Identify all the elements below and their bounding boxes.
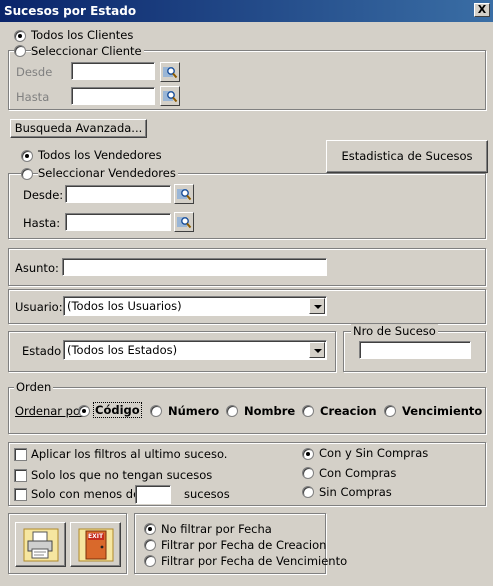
vendedor-desde-search-button[interactable] — [174, 184, 194, 204]
vendedor-desde-input[interactable] — [65, 185, 171, 203]
orden-creacion-label: Creacion — [320, 404, 377, 418]
radio-orden-codigo[interactable] — [78, 405, 90, 417]
print-button[interactable] — [15, 522, 66, 567]
con-compras-label: Con Compras — [319, 466, 397, 480]
menos-de-input[interactable] — [135, 485, 171, 504]
window-title: Sucesos por Estado — [4, 4, 137, 18]
estadistica-sucesos-button[interactable]: Estadistica de Sucesos — [326, 140, 488, 173]
radio-fecha-creacion[interactable] — [144, 539, 156, 551]
busqueda-avanzada-label: Busqueda Avanzada... — [14, 121, 143, 135]
con-y-sin-compras-label: Con y Sin Compras — [319, 446, 429, 460]
vendedor-hasta-label: Hasta: — [23, 216, 61, 230]
chevron-down-icon[interactable] — [309, 342, 325, 358]
estadistica-sucesos-label: Estadistica de Sucesos — [341, 149, 473, 163]
vendedor-hasta-search-button[interactable] — [174, 212, 194, 232]
asunto-label: Asunto: — [15, 261, 59, 275]
fecha-creacion-label: Filtrar por Fecha de Creacion — [161, 538, 327, 552]
search-icon — [163, 67, 178, 79]
cliente-hasta-label: Hasta — [16, 90, 50, 104]
aplicar-filtros-label: Aplicar los filtros al ultimo suceso. — [31, 447, 228, 461]
fecha-vencimiento-label: Filtrar por Fecha de Vencimiento — [161, 554, 348, 568]
radio-seleccionar-cliente[interactable] — [14, 45, 26, 57]
todos-vendedores-label: Todos los Vendedores — [38, 148, 162, 162]
seleccionar-cliente-label: Seleccionar Cliente — [31, 44, 144, 58]
orden-vencimiento-label: Vencimiento — [402, 404, 483, 418]
usuario-label: Usuario: — [15, 300, 63, 314]
vendedor-desde-label: Desde: — [23, 188, 64, 202]
estado-select[interactable]: (Todos los Estados) — [63, 340, 327, 360]
radio-todos-vendedores[interactable] — [21, 150, 33, 162]
radio-sin-compras[interactable] — [302, 486, 314, 498]
cliente-hasta-search-button[interactable] — [160, 86, 180, 106]
sucesos-label: sucesos — [184, 487, 230, 501]
orden-codigo-label: Código — [93, 402, 142, 418]
close-button[interactable]: X — [474, 3, 490, 17]
seleccionar-vendedores-label: Seleccionar Vendedores — [38, 166, 178, 180]
radio-orden-nombre[interactable] — [226, 405, 238, 417]
menos-de-label: Solo con menos de — [31, 487, 141, 501]
ordenar-por-label: Ordenar por — [15, 404, 85, 418]
nro-suceso-input[interactable] — [359, 341, 471, 359]
window-titlebar: Sucesos por Estado — [0, 0, 493, 22]
search-icon — [177, 217, 192, 229]
radio-con-y-sin-compras[interactable] — [302, 448, 314, 460]
close-icon: X — [477, 3, 487, 16]
radio-todos-clientes[interactable] — [14, 30, 26, 42]
search-icon — [163, 91, 178, 103]
cliente-hasta-input[interactable] — [71, 87, 155, 105]
asunto-input[interactable] — [62, 258, 327, 276]
exit-sign-label: EXIT — [88, 533, 104, 540]
estado-label: Estado — [22, 344, 62, 358]
todos-clientes-label: Todos los Clientes — [31, 28, 134, 42]
nro-suceso-label: Nro de Suceso — [351, 324, 438, 338]
radio-con-compras[interactable] — [302, 467, 314, 479]
no-filtrar-fecha-label: No filtrar por Fecha — [161, 522, 272, 536]
checkbox-menos-de[interactable] — [14, 488, 27, 501]
radio-no-filtrar-fecha[interactable] — [144, 523, 156, 535]
chevron-down-icon[interactable] — [309, 298, 325, 314]
estado-select-value: (Todos los Estados) — [67, 343, 178, 357]
cliente-desde-input[interactable] — [71, 62, 155, 80]
sin-compras-label: Sin Compras — [319, 485, 392, 499]
orden-numero-label: Número — [168, 404, 220, 418]
vendedor-hasta-input[interactable] — [65, 213, 171, 231]
radio-orden-numero[interactable] — [150, 405, 162, 417]
checkbox-aplicar-filtros[interactable] — [14, 448, 27, 461]
cliente-desde-label: Desde — [16, 65, 53, 79]
radio-fecha-vencimiento[interactable] — [144, 555, 156, 567]
radio-seleccionar-vendedores[interactable] — [21, 168, 33, 180]
sin-sucesos-label: Solo los que no tengan sucesos — [31, 468, 213, 482]
search-icon — [177, 189, 192, 201]
usuario-select-value: (Todos los Usuarios) — [67, 299, 182, 313]
printer-icon — [23, 528, 59, 562]
cliente-desde-search-button[interactable] — [160, 62, 180, 82]
radio-orden-creacion[interactable] — [302, 405, 314, 417]
orden-legend: Orden — [14, 380, 54, 394]
orden-nombre-label: Nombre — [244, 404, 296, 418]
usuario-select[interactable]: (Todos los Usuarios) — [63, 296, 327, 316]
exit-button[interactable]: EXIT — [70, 522, 121, 567]
radio-orden-vencimiento[interactable] — [384, 405, 396, 417]
checkbox-sin-sucesos[interactable] — [14, 469, 27, 482]
busqueda-avanzada-button[interactable]: Busqueda Avanzada... — [10, 119, 147, 138]
